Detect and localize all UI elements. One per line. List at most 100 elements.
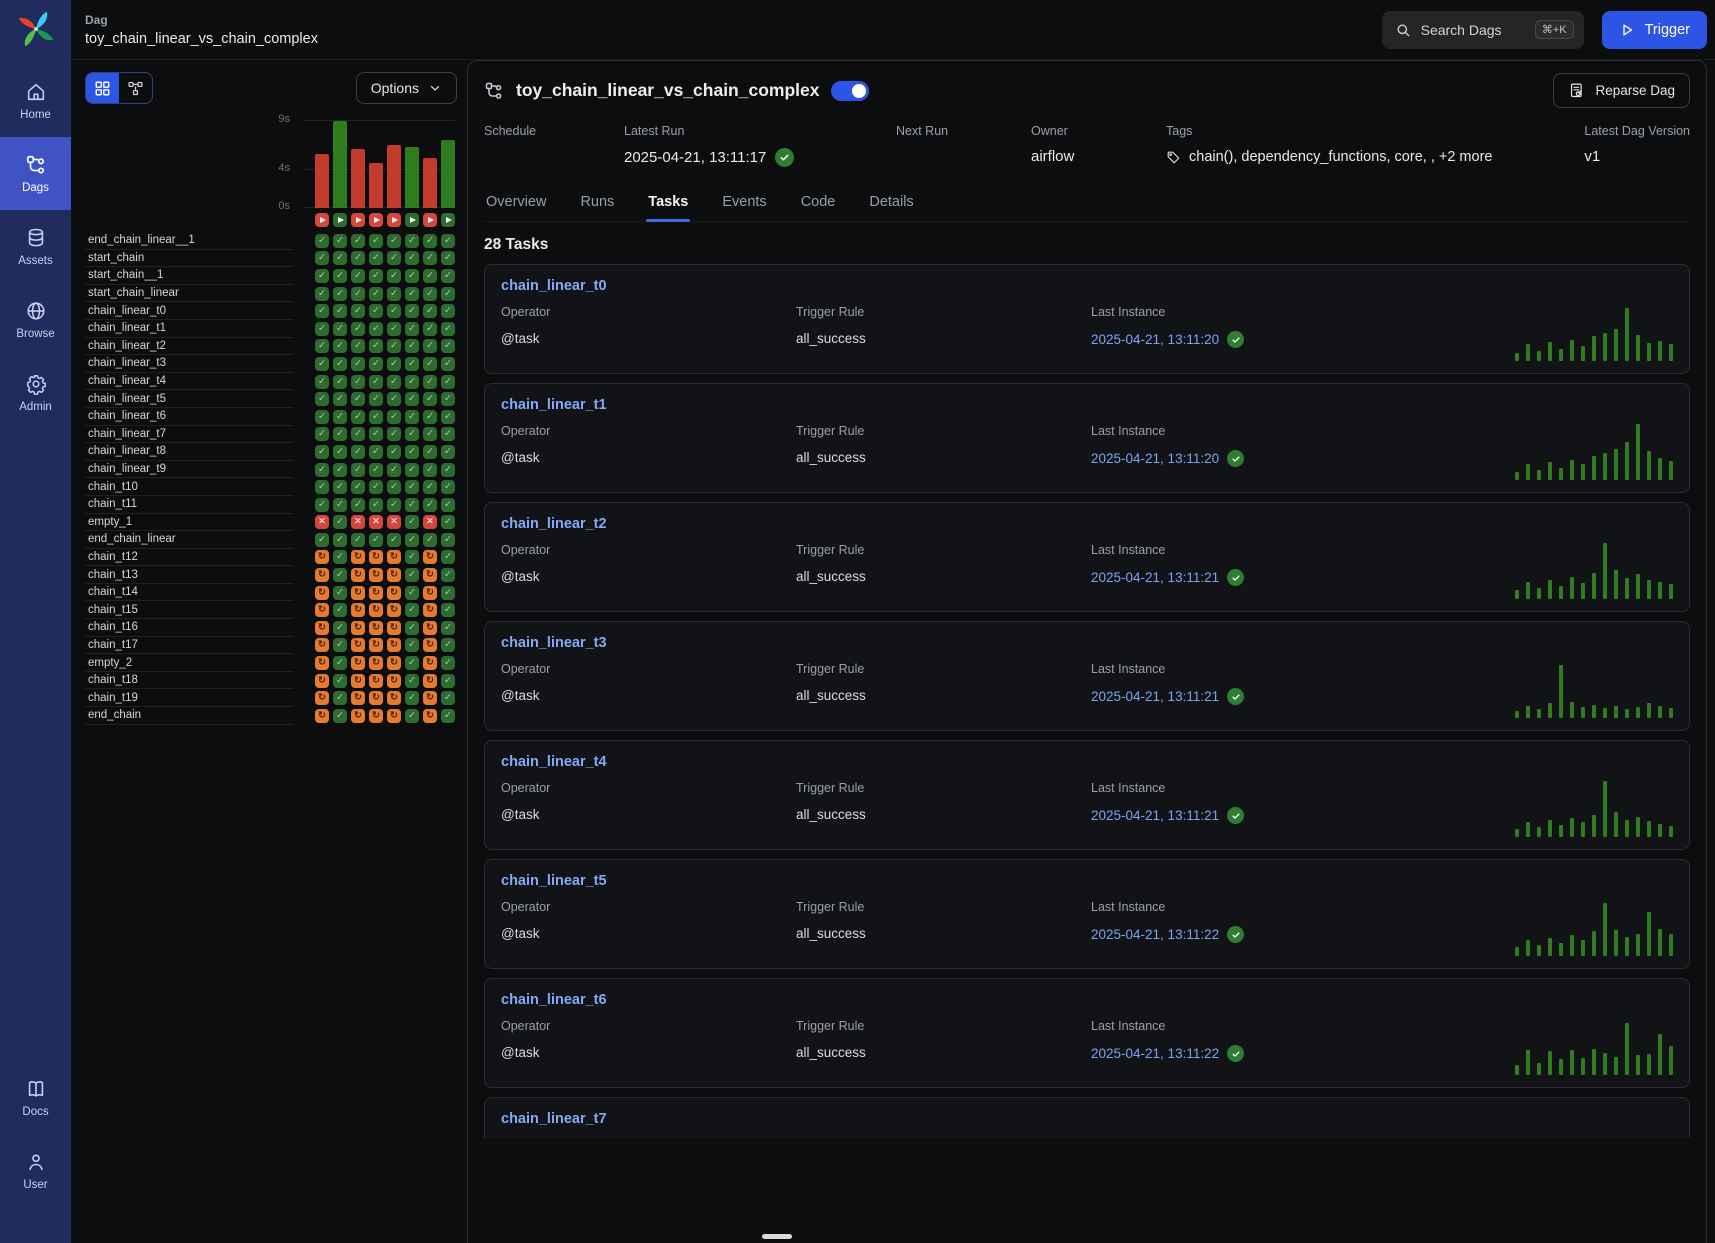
- task-instance-square-success[interactable]: ✓: [351, 357, 365, 371]
- task-instance-square-upstream-failed[interactable]: ↻: [423, 586, 437, 600]
- grid-task-name-link[interactable]: chain_linear_t5: [85, 390, 293, 408]
- task-instance-square-success[interactable]: ✓: [423, 533, 437, 547]
- task-instance-square-success[interactable]: ✓: [405, 427, 419, 441]
- task-instance-square-upstream-failed[interactable]: ↻: [387, 656, 401, 670]
- task-instance-square-success[interactable]: ✓: [387, 392, 401, 406]
- task-instance-square-success[interactable]: ✓: [441, 304, 455, 318]
- task-instance-square-success[interactable]: ✓: [405, 357, 419, 371]
- task-instance-square-success[interactable]: ✓: [333, 480, 347, 494]
- trigger-button[interactable]: Trigger: [1602, 11, 1707, 49]
- task-card-title-link[interactable]: chain_linear_t7: [501, 1111, 607, 1127]
- task-instance-square-upstream-failed[interactable]: ↻: [423, 656, 437, 670]
- grid-task-name-link[interactable]: end_chain_linear__1: [85, 232, 293, 250]
- tab-events[interactable]: Events: [720, 185, 768, 221]
- task-instance-square-success[interactable]: ✓: [441, 445, 455, 459]
- run-state-square-failed[interactable]: [351, 213, 365, 227]
- task-instance-square-success[interactable]: ✓: [387, 234, 401, 248]
- task-instance-square-success[interactable]: ✓: [423, 445, 437, 459]
- task-instance-square-success[interactable]: ✓: [351, 392, 365, 406]
- task-instance-square-success[interactable]: ✓: [315, 410, 329, 424]
- task-instance-square-success[interactable]: ✓: [405, 322, 419, 336]
- task-instance-square-upstream-failed[interactable]: ↻: [369, 638, 383, 652]
- sidebar-item-assets[interactable]: Assets: [0, 210, 71, 283]
- task-instance-square-success[interactable]: ✓: [441, 375, 455, 389]
- sidebar-item-admin[interactable]: Admin: [0, 356, 71, 429]
- sidebar-item-dags[interactable]: Dags: [0, 137, 71, 210]
- run-duration-bar-success[interactable]: [405, 147, 419, 208]
- task-instance-square-success[interactable]: ✓: [405, 375, 419, 389]
- task-instance-square-success[interactable]: ✓: [387, 269, 401, 283]
- task-instance-square-success[interactable]: ✓: [387, 480, 401, 494]
- task-instance-square-upstream-failed[interactable]: ↻: [423, 709, 437, 723]
- task-instance-square-success[interactable]: ✓: [405, 533, 419, 547]
- task-instance-square-success[interactable]: ✓: [315, 322, 329, 336]
- task-instance-square-success[interactable]: ✓: [423, 392, 437, 406]
- task-instance-square-upstream-failed[interactable]: ↻: [351, 603, 365, 617]
- task-instance-square-success[interactable]: ✓: [333, 550, 347, 564]
- task-instance-square-success[interactable]: ✓: [369, 480, 383, 494]
- task-instance-square-success[interactable]: ✓: [333, 568, 347, 582]
- task-instance-square-success[interactable]: ✓: [423, 339, 437, 353]
- task-instance-square-success[interactable]: ✓: [405, 674, 419, 688]
- tags-value[interactable]: chain(), dependency_functions, core, , +…: [1189, 149, 1492, 165]
- task-instance-square-success[interactable]: ✓: [351, 269, 365, 283]
- run-state-square-failed[interactable]: [315, 213, 329, 227]
- run-state-square-success[interactable]: [405, 213, 419, 227]
- task-instance-square-success[interactable]: ✓: [315, 463, 329, 477]
- task-instance-square-success[interactable]: ✓: [423, 480, 437, 494]
- task-instance-square-success[interactable]: ✓: [441, 603, 455, 617]
- task-instance-square-success[interactable]: ✓: [405, 251, 419, 265]
- task-instance-square-success[interactable]: ✓: [387, 251, 401, 265]
- task-instance-square-success[interactable]: ✓: [423, 269, 437, 283]
- bottom-scroll-indicator[interactable]: [762, 1234, 792, 1239]
- task-instance-square-success[interactable]: ✓: [315, 357, 329, 371]
- task-instance-square-upstream-failed[interactable]: ↻: [387, 550, 401, 564]
- task-instance-square-success[interactable]: ✓: [333, 463, 347, 477]
- task-instance-square-success[interactable]: ✓: [423, 498, 437, 512]
- task-instance-square-upstream-failed[interactable]: ↻: [315, 603, 329, 617]
- task-instance-square-upstream-failed[interactable]: ↻: [387, 709, 401, 723]
- grid-task-name-link[interactable]: chain_linear_t0: [85, 302, 293, 320]
- task-card-title-link[interactable]: chain_linear_t1: [501, 397, 607, 413]
- task-instance-square-success[interactable]: ✓: [351, 304, 365, 318]
- task-instance-square-success[interactable]: ✓: [333, 375, 347, 389]
- task-instance-square-success[interactable]: ✓: [405, 234, 419, 248]
- tab-tasks[interactable]: Tasks: [646, 185, 690, 221]
- task-instance-square-success[interactable]: ✓: [315, 234, 329, 248]
- task-instance-square-success[interactable]: ✓: [441, 550, 455, 564]
- task-instance-square-success[interactable]: ✓: [351, 480, 365, 494]
- task-instance-square-success[interactable]: ✓: [387, 463, 401, 477]
- task-instance-square-success[interactable]: ✓: [351, 375, 365, 389]
- task-instance-square-success[interactable]: ✓: [441, 339, 455, 353]
- task-instance-square-upstream-failed[interactable]: ↻: [387, 603, 401, 617]
- task-instance-square-success[interactable]: ✓: [387, 287, 401, 301]
- task-instance-square-success[interactable]: ✓: [405, 568, 419, 582]
- task-instance-square-success[interactable]: ✓: [441, 621, 455, 635]
- grid-task-name-link[interactable]: start_chain: [85, 250, 293, 268]
- task-instance-square-upstream-failed[interactable]: ↻: [315, 691, 329, 705]
- task-instance-square-success[interactable]: ✓: [441, 656, 455, 670]
- task-instance-square-success[interactable]: ✓: [351, 533, 365, 547]
- airflow-logo-icon[interactable]: [15, 8, 57, 50]
- tab-overview[interactable]: Overview: [484, 185, 548, 221]
- task-instance-square-success[interactable]: ✓: [351, 463, 365, 477]
- task-instance-square-success[interactable]: ✓: [333, 234, 347, 248]
- task-instance-square-success[interactable]: ✓: [423, 427, 437, 441]
- task-instance-square-success[interactable]: ✓: [333, 392, 347, 406]
- grid-task-name-link[interactable]: start_chain_linear: [85, 285, 293, 303]
- task-instance-square-success[interactable]: ✓: [441, 357, 455, 371]
- sidebar-item-browse[interactable]: Browse: [0, 283, 71, 356]
- task-instance-square-upstream-failed[interactable]: ↻: [351, 691, 365, 705]
- task-instance-square-upstream-failed[interactable]: ↻: [423, 638, 437, 652]
- task-instance-square-success[interactable]: ✓: [405, 550, 419, 564]
- task-instance-square-success[interactable]: ✓: [333, 251, 347, 265]
- task-instance-square-upstream-failed[interactable]: ↻: [369, 709, 383, 723]
- task-instance-square-upstream-failed[interactable]: ↻: [351, 586, 365, 600]
- grid-task-name-link[interactable]: chain_linear_t8: [85, 443, 293, 461]
- task-instance-square-success[interactable]: ✓: [405, 621, 419, 635]
- task-instance-square-success[interactable]: ✓: [333, 445, 347, 459]
- task-instance-square-success[interactable]: ✓: [387, 304, 401, 318]
- grid-task-name-link[interactable]: chain_linear_t1: [85, 320, 293, 338]
- task-instance-square-success[interactable]: ✓: [405, 656, 419, 670]
- task-instance-square-success[interactable]: ✓: [351, 287, 365, 301]
